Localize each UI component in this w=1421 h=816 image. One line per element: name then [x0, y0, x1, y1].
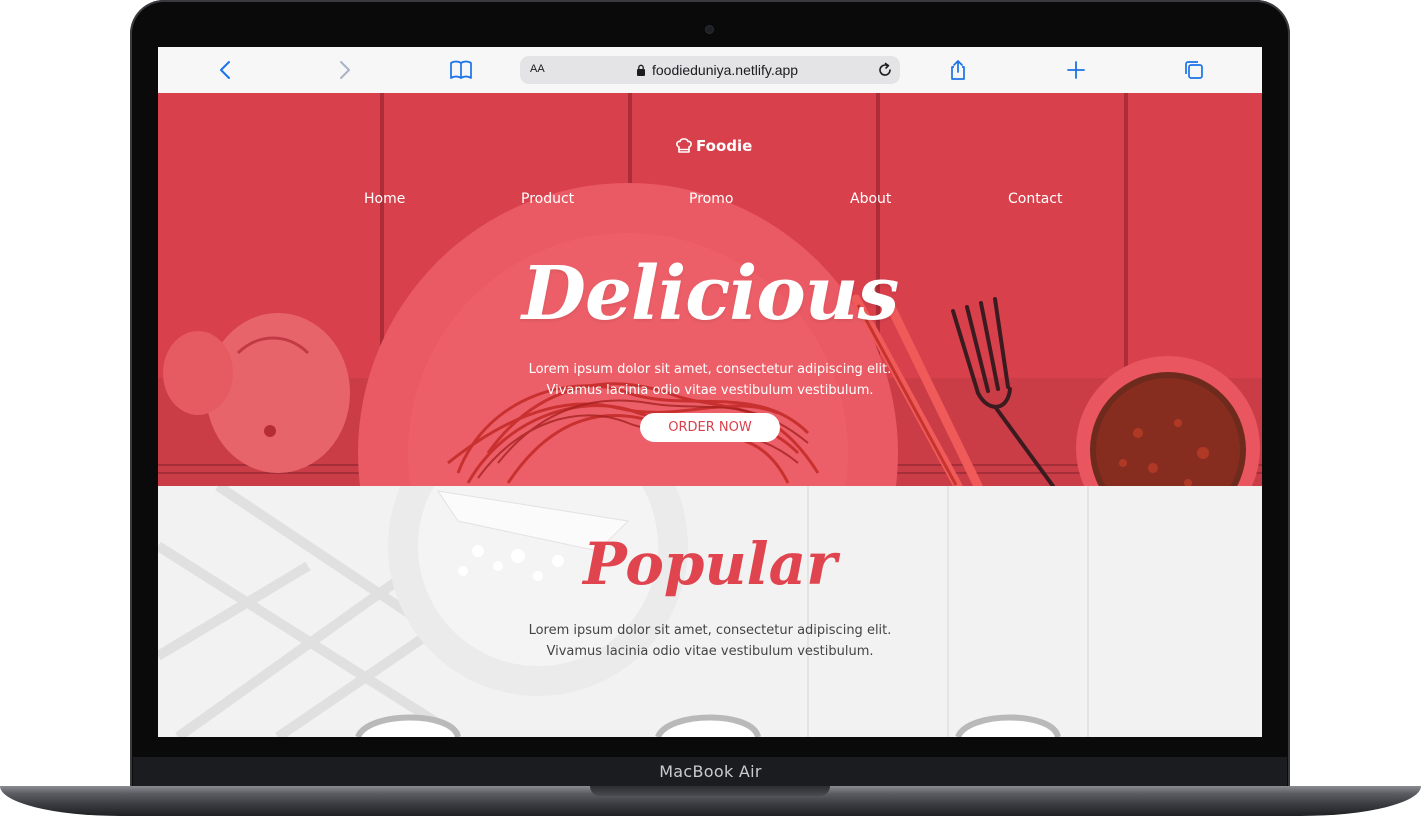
- url-text: foodieduniya.netlify.app: [652, 62, 799, 78]
- device-label: MacBook Air: [659, 762, 762, 781]
- screen: AA foodieduniya.netlify.app Foodie Home …: [158, 47, 1262, 737]
- address-bar[interactable]: AA foodieduniya.netlify.app: [520, 56, 900, 84]
- main-nav: Home Product Promo About Contact: [158, 191, 1262, 215]
- popular-background: [158, 486, 1089, 737]
- text-size-button[interactable]: AA: [530, 63, 545, 75]
- reload-icon[interactable]: [876, 61, 894, 79]
- camera-icon: [706, 26, 713, 33]
- nav-contact[interactable]: Contact: [1008, 191, 1062, 207]
- nav-promo[interactable]: Promo: [689, 191, 733, 207]
- laptop-notch: [590, 786, 830, 796]
- hero-section: Foodie Home Product Promo About Contact …: [158, 93, 1262, 486]
- chef-hat-icon: [676, 138, 692, 153]
- browser-toolbar: AA foodieduniya.netlify.app: [158, 47, 1262, 94]
- site-logo[interactable]: Foodie: [674, 136, 752, 156]
- chevron-left-icon[interactable]: [214, 58, 238, 82]
- popular-description-line: Vivamus lacinia odio vitae vestibulum ve…: [546, 644, 874, 659]
- popular-section: Popular Lorem ipsum dolor sit amet, cons…: [158, 486, 1262, 737]
- logo-text: Foodie: [696, 137, 753, 155]
- hero-description: Lorem ipsum dolor sit amet, consectetur …: [158, 359, 1262, 401]
- chevron-right-icon[interactable]: [332, 58, 356, 82]
- hero-title: Delicious: [521, 251, 899, 337]
- hero-description-line: Vivamus lacinia odio vitae vestibulum ve…: [546, 383, 874, 398]
- tabs-icon[interactable]: [1182, 58, 1206, 82]
- nav-product[interactable]: Product: [521, 191, 574, 207]
- book-icon[interactable]: [449, 58, 473, 82]
- popular-title: Popular: [583, 530, 837, 598]
- hero-description-line: Lorem ipsum dolor sit amet, consectetur …: [528, 362, 892, 377]
- nav-about[interactable]: About: [850, 191, 891, 207]
- share-icon[interactable]: [946, 58, 970, 82]
- popular-description-line: Lorem ipsum dolor sit amet, consectetur …: [528, 623, 892, 638]
- plus-icon[interactable]: [1064, 58, 1088, 82]
- nav-home[interactable]: Home: [364, 191, 405, 207]
- popular-description: Lorem ipsum dolor sit amet, consectetur …: [158, 620, 1262, 662]
- lock-icon: [637, 64, 645, 76]
- order-now-button[interactable]: ORDER NOW: [640, 413, 780, 442]
